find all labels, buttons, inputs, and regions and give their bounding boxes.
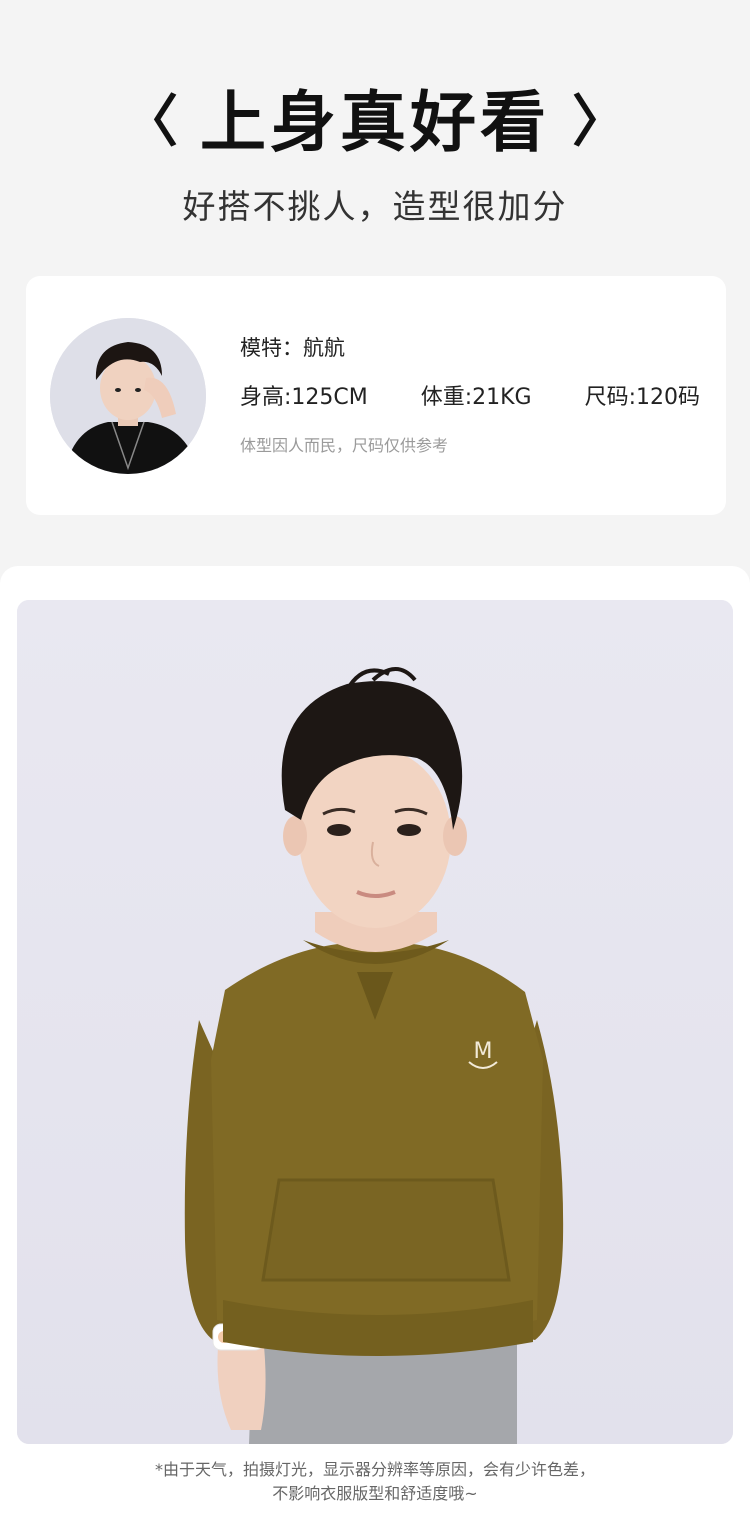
- title-row: 〈 上身真好看 〉: [0, 78, 750, 168]
- right-bracket: 〉: [572, 90, 628, 155]
- model-photo-illustration: M: [17, 600, 733, 1444]
- model-weight: 体重:21KG: [420, 385, 532, 410]
- model-name: 模特：航航: [240, 336, 345, 360]
- model-height: 身高:125CM: [240, 385, 368, 410]
- model-photo: M: [17, 600, 733, 1444]
- photo-panel: M *由于天气，拍摄灯光，显示器分辨率等原因，会有少许色差， 不影响衣服版型和舒…: [0, 566, 750, 1521]
- color-disclaimer: *由于天气，拍摄灯光，显示器分辨率等原因，会有少许色差， 不影响衣服版型和舒适度…: [0, 1458, 750, 1506]
- left-bracket: 〈: [122, 90, 178, 155]
- page-header: 〈 上身真好看 〉 好搭不挑人，造型很加分: [0, 0, 750, 270]
- disclaimer-line-1: *由于天气，拍摄灯光，显示器分辨率等原因，会有少许色差，: [154, 1460, 595, 1479]
- size-note: 体型因人而民，尺码仅供参考: [240, 436, 449, 455]
- disclaimer-line-2: 不影响衣服版型和舒适度哦~: [272, 1484, 478, 1503]
- page-subtitle: 好搭不挑人，造型很加分: [182, 187, 568, 226]
- sweatshirt-logo: M: [474, 1039, 493, 1064]
- model-info-card: 模特：航航 身高:125CM 体重:21KG 尺码:120码 体型因人而民，尺码…: [26, 276, 726, 515]
- model-avatar: [50, 318, 206, 474]
- page-title: 上身真好看: [200, 84, 550, 161]
- model-stats: 身高:125CM 体重:21KG 尺码:120码: [240, 379, 700, 411]
- model-size: 尺码:120码: [584, 385, 700, 410]
- avatar-illustration: [50, 318, 206, 474]
